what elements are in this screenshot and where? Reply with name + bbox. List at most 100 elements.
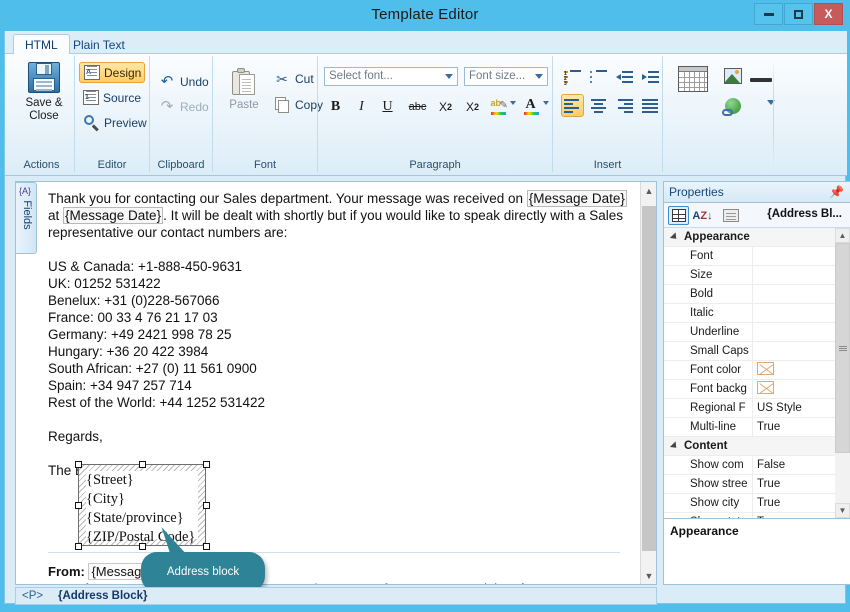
property-row[interactable]: Multi-line True <box>664 418 850 437</box>
close-button[interactable]: X <box>814 3 843 25</box>
properties-grid[interactable]: Appearance Font Size Bold Italic Underli… <box>664 228 850 518</box>
resize-handle-e[interactable] <box>203 502 210 509</box>
property-category-row[interactable]: Appearance <box>664 228 850 247</box>
property-name: Appearance <box>684 231 750 243</box>
italic-button[interactable]: I <box>350 95 373 118</box>
font-size-combo[interactable]: Font size... <box>464 67 548 86</box>
property-row[interactable]: Small Caps <box>664 342 850 361</box>
scroll-down-button[interactable]: ▼ <box>835 503 850 518</box>
property-name: Multi-line <box>690 421 737 433</box>
cut-button[interactable]: ✂ Cut <box>269 68 318 89</box>
numbered-list-button[interactable]: 123 <box>561 66 584 89</box>
minimize-button[interactable] <box>754 3 783 25</box>
address-block-tooltip: Address block <box>141 552 265 592</box>
align-right-button[interactable] <box>613 94 636 117</box>
highlight-dropdown-arrow[interactable] <box>508 98 517 107</box>
resize-handle-nw[interactable] <box>75 461 82 468</box>
contact-line: US & Canada: +1-888-450-9631 <box>48 259 243 274</box>
property-row[interactable]: Font color <box>664 361 850 380</box>
editor-vertical-scrollbar[interactable]: ▲ ▼ <box>640 182 656 584</box>
property-row[interactable]: Show city True <box>664 494 850 513</box>
scrollbar-thumb[interactable] <box>835 243 850 453</box>
field-token-message-date-2[interactable]: {Message Date} <box>63 207 164 224</box>
property-row[interactable]: Bold <box>664 285 850 304</box>
property-row[interactable]: Underline <box>664 323 850 342</box>
no-color-swatch-icon[interactable] <box>757 381 774 394</box>
no-color-swatch-icon[interactable] <box>757 362 774 375</box>
align-center-button[interactable] <box>587 94 610 117</box>
property-row[interactable]: Font <box>664 247 850 266</box>
align-left-button[interactable] <box>561 94 584 117</box>
insert-hyperlink-button[interactable] <box>721 94 744 117</box>
document-divider <box>48 552 620 553</box>
property-row[interactable]: Font backg <box>664 380 850 399</box>
property-row[interactable]: Show com False <box>664 456 850 475</box>
align-justify-button[interactable] <box>639 94 662 117</box>
property-row[interactable]: Show stree True <box>664 475 850 494</box>
mode-preview-button[interactable]: Preview <box>79 112 147 133</box>
font-name-combo[interactable]: Select font... <box>324 67 458 86</box>
pin-icon[interactable]: 📌 <box>829 185 844 199</box>
paste-button: Paste <box>219 64 269 156</box>
mode-design-button[interactable]: A Design <box>79 62 145 83</box>
selected-object-name: {Address Bl... <box>767 208 842 220</box>
tab-plain-text[interactable]: Plain Text <box>61 34 137 55</box>
property-name: Size <box>690 269 713 281</box>
decrease-indent-button[interactable] <box>613 66 636 89</box>
undo-button[interactable]: ↶ Undo <box>154 71 213 92</box>
properties-vertical-scrollbar[interactable]: ▲ ▼ <box>835 228 850 518</box>
ribbon-group-actions: Save & Close Actions <box>9 56 75 172</box>
insert-horizontal-rule-button[interactable] <box>749 68 772 91</box>
font-color-dropdown-arrow[interactable] <box>541 98 550 107</box>
insert-field-dropdown-arrow[interactable] <box>766 98 775 107</box>
property-row[interactable]: Regional F US Style <box>664 399 850 418</box>
increase-indent-button[interactable] <box>639 66 662 89</box>
insert-table-button[interactable] <box>669 62 717 154</box>
chevron-down-icon <box>445 74 453 79</box>
scissors-icon: ✂ <box>276 70 288 87</box>
font-color-button[interactable]: A <box>520 95 543 118</box>
scroll-up-button[interactable]: ▲ <box>641 182 657 199</box>
maximize-button[interactable] <box>784 3 813 25</box>
group-label-clipboard: Font <box>253 159 276 171</box>
bulleted-list-icon <box>590 70 607 85</box>
address-block-object[interactable]: {Street} {City} {State/province} {ZIP/Po… <box>75 461 210 550</box>
picture-icon <box>723 67 742 84</box>
property-row[interactable]: Size <box>664 266 850 285</box>
fields-side-tab[interactable]: {A} Fields <box>16 182 37 254</box>
scroll-up-button[interactable]: ▲ <box>835 228 850 243</box>
subscript-button[interactable]: X2 <box>434 95 457 118</box>
magnifier-icon <box>83 114 100 132</box>
resize-handle-sw[interactable] <box>75 543 82 550</box>
field-token-message-date-1[interactable]: {Message Date} <box>526 190 627 207</box>
strikethrough-button[interactable]: abc <box>406 95 429 118</box>
resize-handle-ne[interactable] <box>203 461 210 468</box>
maximize-icon <box>794 9 803 19</box>
categorized-view-button[interactable] <box>668 206 689 225</box>
scrollbar-thumb[interactable] <box>642 206 656 551</box>
text-highlight-button[interactable]: ab ✎ <box>487 95 510 118</box>
alphabetical-sort-button[interactable]: AZ↓ <box>692 206 713 225</box>
insert-picture-button[interactable] <box>721 64 744 87</box>
mode-source-button[interactable]: 1 Source <box>79 87 145 108</box>
superscript-button[interactable]: X2 <box>461 95 484 118</box>
property-row[interactable]: Italic <box>664 304 850 323</box>
bold-button[interactable]: B <box>324 95 347 118</box>
redo-label: Redo <box>180 99 209 114</box>
floppy-disk-icon <box>28 62 60 93</box>
properties-panel: Properties 📌 AZ↓ {Address Bl... Appearan… <box>663 181 850 585</box>
property-pages-button[interactable] <box>720 206 741 225</box>
resize-handle-n[interactable] <box>139 461 146 468</box>
resize-handle-s[interactable] <box>139 543 146 550</box>
align-right-icon <box>616 98 633 113</box>
paste-label: Paste <box>229 99 259 111</box>
align-center-icon <box>590 98 607 113</box>
document-canvas[interactable]: Thank you for contacting our Sales depar… <box>38 182 640 584</box>
resize-handle-se[interactable] <box>203 543 210 550</box>
underline-button[interactable]: U <box>376 95 399 118</box>
scroll-down-button[interactable]: ▼ <box>641 567 657 584</box>
property-category-row[interactable]: Content <box>664 437 850 456</box>
save-and-close-button[interactable]: Save & Close <box>13 58 75 150</box>
resize-handle-w[interactable] <box>75 502 82 509</box>
bulleted-list-button[interactable] <box>587 66 610 89</box>
